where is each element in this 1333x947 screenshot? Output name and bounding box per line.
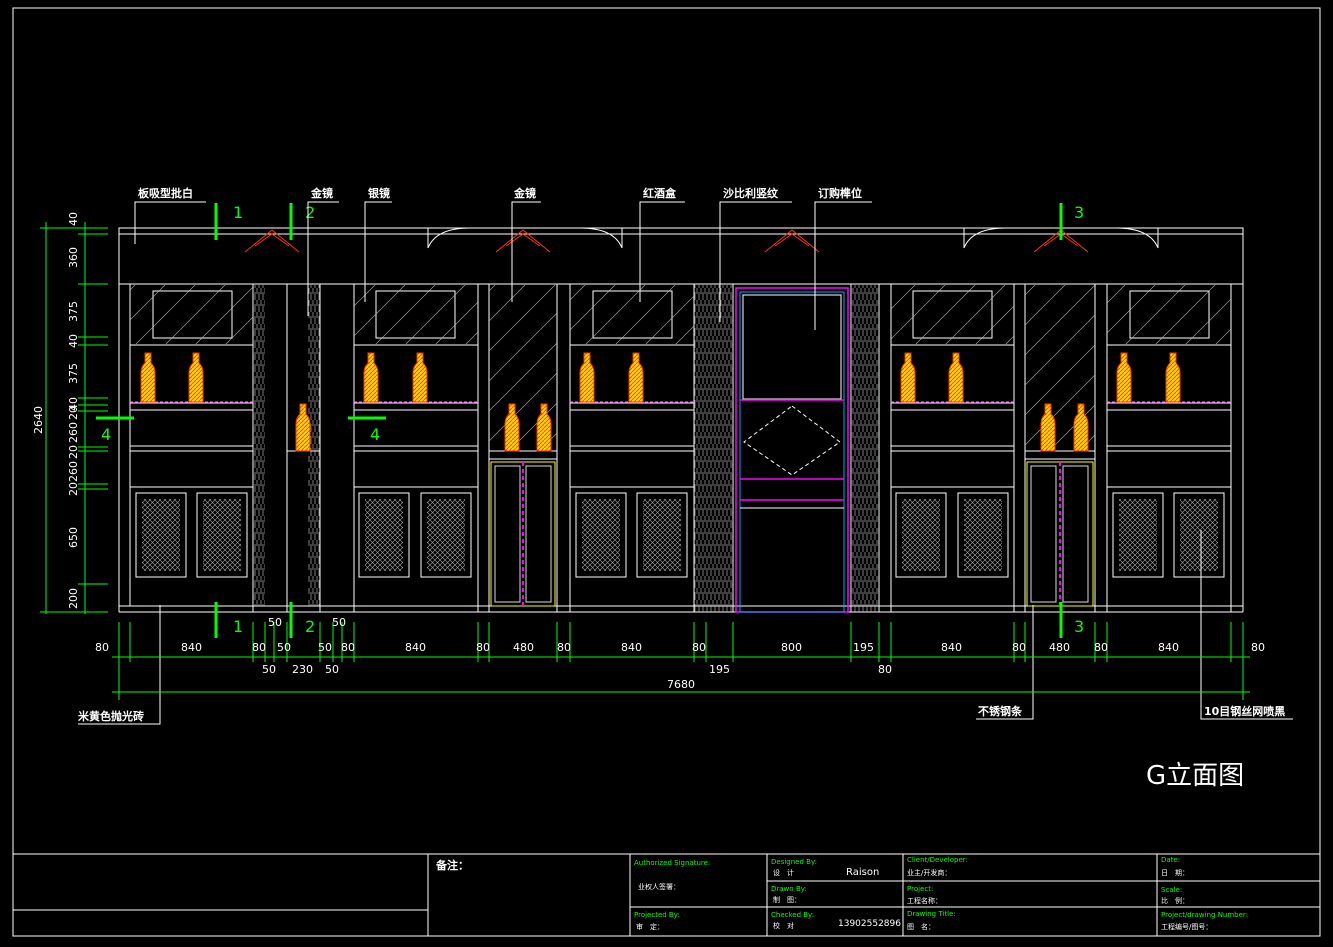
tb-pnum: Project/drawing Number: <box>1161 911 1248 919</box>
label-gold-mirror-1: 金镜 <box>310 186 333 200</box>
vdim-seg: 40 <box>67 212 80 226</box>
vdim-seg: 20 <box>67 406 80 420</box>
marker-3-bottom: 3 <box>1074 617 1084 636</box>
hdim: 80 <box>878 663 892 676</box>
hdim: 840 <box>941 641 962 654</box>
hdim: 800 <box>781 641 802 654</box>
vdim-seg: 260 <box>67 422 80 443</box>
vdim-total: 2640 <box>32 406 45 434</box>
hdim: 50 <box>325 663 339 676</box>
tb-date-cn: 日 期： <box>1161 869 1189 877</box>
vdim-seg: 650 <box>67 527 80 548</box>
label-tenon: 订购榫位 <box>818 186 862 200</box>
tb-checked-cn: 校 对 <box>773 921 794 930</box>
hdim: 840 <box>621 641 642 654</box>
vertical-dim-text: 2640 40 360 375 40 375 40 20 260 20 260 … <box>32 212 80 609</box>
hdim: 480 <box>1049 641 1070 654</box>
tb-pnum-cn: 工程编号/图号： <box>1161 922 1212 931</box>
tb-dtitle: Drawing Title: <box>907 910 956 918</box>
tb-project-cn: 工程名称： <box>907 896 942 905</box>
marker-2-bottom: 2 <box>305 617 315 636</box>
sheet-border <box>12 7 1321 937</box>
tb-designer: Raison <box>846 867 879 878</box>
marker-3-top: 3 <box>1074 203 1084 222</box>
hdim: 50 <box>277 641 291 654</box>
hdim: 840 <box>181 641 202 654</box>
hdim: 230 <box>292 663 313 676</box>
tb-client: Client/Developer: <box>907 856 968 864</box>
vdim-seg: 360 <box>67 247 80 268</box>
label-tile: 米黄色抛光砖 <box>77 709 144 723</box>
hdim: 840 <box>405 641 426 654</box>
center-door <box>735 287 849 613</box>
tb-checked: Checked By: <box>771 911 814 919</box>
section-markers <box>96 203 1063 638</box>
hdim: 80 <box>1012 641 1026 654</box>
label-silver-mirror: 银镜 <box>368 186 390 200</box>
marker-1-top: 1 <box>233 203 243 222</box>
hdim: 195 <box>853 641 874 654</box>
hdim: 50 <box>262 663 276 676</box>
hdim: 80 <box>252 641 266 654</box>
label-gold-mirror-2: 金镜 <box>513 186 536 200</box>
hdim: 80 <box>1251 641 1265 654</box>
label-board: 板吸型批白 <box>138 186 193 200</box>
hdim: 80 <box>557 641 571 654</box>
horizontal-dim-text: 80 840 80 50 50 50 50 80 840 80 480 80 8… <box>95 616 1265 691</box>
tb-dtitle-cn: 图 名： <box>907 922 935 931</box>
label-mesh: 10目钢丝网喷黑 <box>1204 704 1285 718</box>
hdim: 50 <box>318 641 332 654</box>
tb-drawn: Drawn By: <box>771 885 807 893</box>
hdim: 50 <box>268 616 282 629</box>
hdim: 480 <box>513 641 534 654</box>
tb-auth-cn: 业权人签署： <box>638 882 680 891</box>
drawing-title: G立面图 <box>1146 761 1244 791</box>
marker-4-left: 4 <box>101 425 111 444</box>
tb-notes: 备注： <box>435 858 469 872</box>
vdim-seg: 40 <box>67 334 80 348</box>
hdim: 80 <box>476 641 490 654</box>
hdim: 80 <box>95 641 109 654</box>
label-wine-box: 红酒盒 <box>643 186 677 200</box>
tb-phone: 13902552896 <box>838 919 901 929</box>
tb-auth: Authorized Signature: <box>634 859 710 867</box>
tb-date: Date: <box>1161 856 1180 864</box>
tb-proj-by-cn: 审 定： <box>636 922 664 931</box>
marker-1-bottom: 1 <box>233 617 243 636</box>
vdim-seg: 200 <box>67 588 80 609</box>
mirror-panels <box>130 285 1231 450</box>
label-sapele: 沙比利竖纹 <box>723 186 779 200</box>
hdim: 80 <box>341 641 355 654</box>
tb-scale-cn: 比 例： <box>1161 896 1189 905</box>
vdim-seg: 20 <box>67 482 80 496</box>
tb-scale: Scale: <box>1161 886 1182 894</box>
mesh-panels <box>142 499 1218 571</box>
vdim-seg: 375 <box>67 301 80 322</box>
vdim-seg: 375 <box>67 363 80 384</box>
marker-4-right: 4 <box>370 425 380 444</box>
vdim-seg: 20 <box>67 445 80 459</box>
hdim: 195 <box>709 663 730 676</box>
vdim-seg: 260 <box>67 461 80 482</box>
hdim: 50 <box>332 616 346 629</box>
elevation-drawing: 1 2 3 1 2 3 4 4 板吸型批白 金镜 银镜 金镜 红酒盒 沙比利竖纹… <box>12 7 1321 937</box>
tb-project: Project: <box>907 885 933 893</box>
hdim: 80 <box>1094 641 1108 654</box>
tb-proj-by: Projected By: <box>634 911 680 919</box>
hdim: 80 <box>692 641 706 654</box>
hdim: 840 <box>1158 641 1179 654</box>
tb-drawn-cn: 制 图： <box>773 895 801 904</box>
tb-designed: Designed By: <box>771 858 817 866</box>
tb-designed-cn: 设 计 <box>773 868 794 877</box>
hdim-total: 7680 <box>667 678 695 691</box>
label-steel-strip: 不锈钢条 <box>978 704 1023 718</box>
wine-racks <box>490 461 1094 607</box>
tb-client-cn: 业主/开发商： <box>907 868 951 877</box>
wood-grain-columns <box>253 285 879 612</box>
ceiling-lamps <box>244 229 1089 253</box>
marker-2-top: 2 <box>305 203 315 222</box>
